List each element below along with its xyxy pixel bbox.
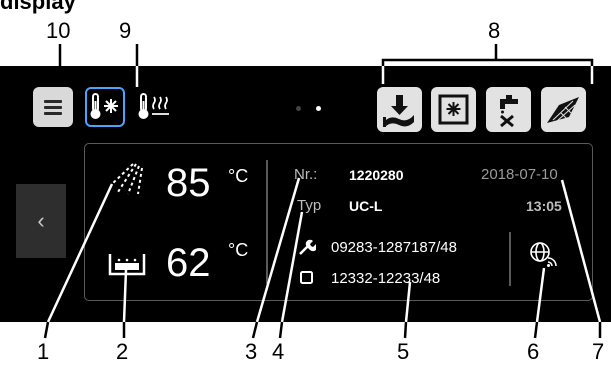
drain-tile-button[interactable] — [377, 87, 422, 132]
panel-divider — [266, 160, 268, 284]
cleaning-surface-icon — [547, 97, 579, 123]
tap-cancel-icon — [500, 95, 518, 128]
callout-9: 9 — [119, 18, 132, 43]
menu-icon — [44, 100, 62, 103]
tank-temp-unit: °C — [228, 240, 249, 260]
callout-5: 5 — [397, 339, 410, 364]
page-title: display — [0, 0, 76, 14]
tank-icon — [108, 254, 146, 276]
device-code: 12332-12233/48 — [331, 270, 441, 287]
date-value: 2018-07-10 — [481, 166, 558, 183]
drain-icon — [383, 95, 414, 127]
door-program-icon — [438, 94, 469, 125]
callout-2: 2 — [116, 339, 129, 364]
typ-label: Typ — [297, 197, 322, 214]
spray-icon — [111, 163, 143, 195]
callout-7: 7 — [592, 339, 605, 364]
page-indicator-dot — [296, 106, 301, 111]
wrench-icon — [299, 239, 316, 255]
menu-button[interactable] — [33, 87, 73, 127]
spray-temp-unit: °C — [228, 166, 249, 186]
nr-label: Nr.: — [294, 166, 318, 183]
time-value: 13:05 — [526, 198, 562, 214]
page-indicator-dot-active — [316, 106, 321, 111]
door-program-tile-button[interactable] — [431, 87, 476, 132]
mode-heating-button[interactable] — [135, 87, 175, 127]
callout-4: 4 — [272, 339, 285, 364]
thermometer-heat-icon — [138, 93, 169, 119]
nr-value: 1220280 — [349, 167, 404, 183]
typ-value: UC-L — [349, 198, 383, 214]
panel-divider-network — [509, 232, 511, 286]
menu-icon-bar — [44, 106, 62, 109]
callout-8: 8 — [488, 18, 501, 43]
callout-10: 10 — [46, 18, 71, 43]
service-code: 09283-1287187/48 — [331, 239, 457, 256]
spray-temp-value: 85 — [166, 161, 211, 205]
device-icon — [300, 271, 313, 284]
callout-1: 1 — [37, 339, 50, 364]
cleaning-tile-button[interactable] — [541, 87, 586, 132]
network-globe-icon[interactable] — [528, 240, 558, 270]
thermometer-snowflake-icon — [90, 93, 118, 119]
back-arrow-button[interactable]: ‹ — [16, 184, 66, 258]
tap-cancel-tile-button[interactable] — [486, 87, 531, 132]
mode-cooling-button[interactable] — [85, 87, 125, 127]
callout-6: 6 — [527, 339, 540, 364]
callout-3: 3 — [245, 339, 258, 364]
tank-temp-value: 62 — [166, 241, 211, 285]
menu-icon-bar — [44, 112, 62, 115]
